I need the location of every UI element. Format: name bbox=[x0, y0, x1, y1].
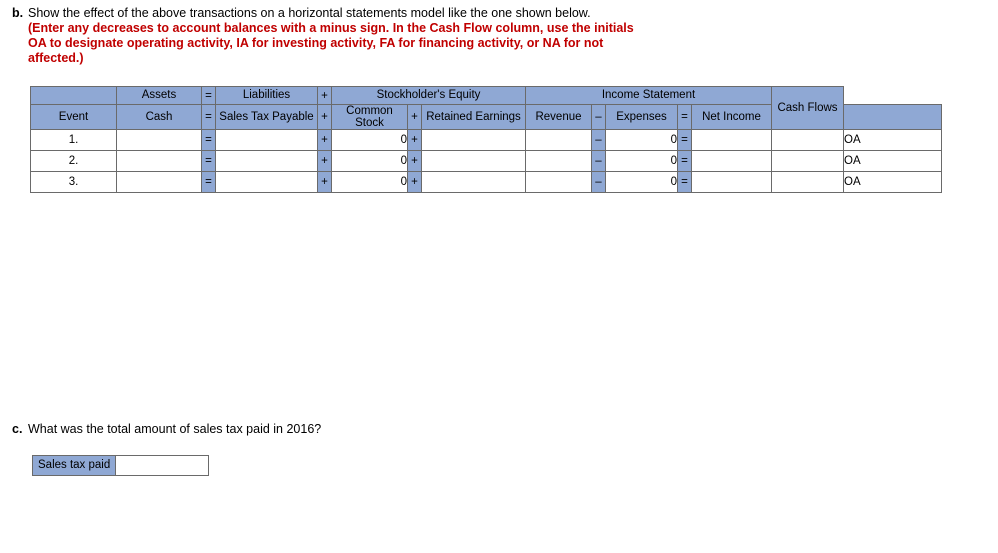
operator-plus-1-1: + bbox=[317, 129, 332, 151]
column-header-retained-earnings: Retained Earnings bbox=[421, 104, 526, 130]
input-common-stock-1[interactable]: 0 bbox=[331, 129, 408, 151]
operator-equals-2-1: = bbox=[201, 150, 216, 172]
column-header-revenue: Revenue bbox=[525, 104, 592, 130]
input-net-income-2[interactable] bbox=[691, 150, 772, 172]
input-sales-tax-payable-1[interactable] bbox=[215, 129, 318, 151]
group-header-stockholders-equity: Stockholder's Equity bbox=[331, 86, 526, 105]
group-header-income-statement: Income Statement bbox=[525, 86, 772, 105]
input-sales-tax-payable-2[interactable] bbox=[215, 150, 318, 172]
column-header-equals-2: = bbox=[677, 104, 692, 130]
column-header-plus-2: + bbox=[407, 104, 422, 130]
operator-equals-2-2: = bbox=[677, 150, 692, 172]
part-c-text: What was the total amount of sales tax p… bbox=[28, 422, 322, 436]
input-expenses-2[interactable]: 0 bbox=[605, 150, 678, 172]
column-header-net-income: Net Income bbox=[691, 104, 772, 130]
group-header-liabilities: Liabilities bbox=[215, 86, 318, 105]
operator-minus-1: – bbox=[591, 129, 606, 151]
part-b-block: b. Show the effect of the above transact… bbox=[12, 6, 972, 66]
input-net-income-1[interactable] bbox=[691, 129, 772, 151]
row-event-3: 3. bbox=[30, 171, 117, 193]
input-cash-2[interactable] bbox=[116, 150, 202, 172]
input-common-stock-3[interactable]: 0 bbox=[331, 171, 408, 193]
input-revenue-3[interactable] bbox=[525, 171, 592, 193]
part-b-text: Show the effect of the above transaction… bbox=[28, 6, 591, 20]
spacer-cell-3 bbox=[771, 171, 844, 193]
column-header-cash: Cash bbox=[116, 104, 202, 130]
input-sales-tax-payable-3[interactable] bbox=[215, 171, 318, 193]
column-header-plus-1: + bbox=[317, 104, 332, 130]
input-cash-flow-1[interactable]: OA bbox=[843, 129, 942, 151]
column-header-common-stock: Common Stock bbox=[331, 104, 408, 130]
operator-equals-3-1: = bbox=[201, 171, 216, 193]
input-revenue-1[interactable] bbox=[525, 129, 592, 151]
group-header-plus: + bbox=[317, 86, 332, 105]
table-row: 3. = + 0 + – 0 = OA bbox=[30, 171, 942, 193]
input-expenses-3[interactable]: 0 bbox=[605, 171, 678, 193]
operator-equals-1-1: = bbox=[201, 129, 216, 151]
part-b-instruction: (Enter any decreases to account balances… bbox=[28, 21, 634, 65]
operator-equals-3-2: = bbox=[677, 171, 692, 193]
column-header-minus: – bbox=[591, 104, 606, 130]
row-event-1: 1. bbox=[30, 129, 117, 151]
operator-plus-2-2: + bbox=[407, 150, 422, 172]
input-net-income-3[interactable] bbox=[691, 171, 772, 193]
sales-tax-paid-label: Sales tax paid bbox=[32, 455, 117, 476]
group-header-assets: Assets bbox=[116, 86, 202, 105]
column-header-event: Event bbox=[30, 104, 117, 130]
group-header-equals: = bbox=[201, 86, 216, 105]
operator-minus-3: – bbox=[591, 171, 606, 193]
spacer-cell-2 bbox=[771, 150, 844, 172]
input-expenses-1[interactable]: 0 bbox=[605, 129, 678, 151]
input-cash-flow-2[interactable]: OA bbox=[843, 150, 942, 172]
sales-tax-paid-answer-row: Sales tax paid bbox=[32, 455, 210, 476]
part-b-prompt: b. Show the effect of the above transact… bbox=[12, 6, 972, 21]
table-body: 1. = + 0 + – 0 = OA 2. = + 0 + – 0 = OA … bbox=[30, 129, 942, 193]
operator-plus-3-1: + bbox=[317, 171, 332, 193]
horizontal-statements-table: Assets = Liabilities + Stockholder's Equ… bbox=[30, 86, 942, 193]
input-cash-3[interactable] bbox=[116, 171, 202, 193]
table-row: 1. = + 0 + – 0 = OA bbox=[30, 129, 942, 151]
operator-plus-3-2: + bbox=[407, 171, 422, 193]
part-c-prompt: c. What was the total amount of sales ta… bbox=[12, 422, 712, 437]
input-retained-earnings-3[interactable] bbox=[421, 171, 526, 193]
table-group-header-row: Assets = Liabilities + Stockholder's Equ… bbox=[30, 86, 942, 130]
operator-plus-2-1: + bbox=[317, 150, 332, 172]
input-common-stock-2[interactable]: 0 bbox=[331, 150, 408, 172]
row-event-2: 2. bbox=[30, 150, 117, 172]
part-c-letter: c. bbox=[12, 422, 23, 436]
part-b-letter: b. bbox=[12, 6, 24, 20]
input-retained-earnings-1[interactable] bbox=[421, 129, 526, 151]
part-c-block: c. What was the total amount of sales ta… bbox=[12, 422, 712, 437]
input-retained-earnings-2[interactable] bbox=[421, 150, 526, 172]
column-header-blank bbox=[843, 104, 942, 130]
input-revenue-2[interactable] bbox=[525, 150, 592, 172]
input-cash-1[interactable] bbox=[116, 129, 202, 151]
operator-plus-1-2: + bbox=[407, 129, 422, 151]
table-row: 2. = + 0 + – 0 = OA bbox=[30, 150, 942, 172]
operator-minus-2: – bbox=[591, 150, 606, 172]
column-header-equals-1: = bbox=[201, 104, 216, 130]
input-cash-flow-3[interactable]: OA bbox=[843, 171, 942, 193]
group-header-blank bbox=[30, 86, 117, 105]
spacer-cell-1 bbox=[771, 129, 844, 151]
sales-tax-paid-input[interactable] bbox=[116, 455, 210, 476]
group-header-cash-flows: Cash Flows bbox=[771, 86, 844, 130]
part-b-instruction-row: (Enter any decreases to account balances… bbox=[12, 21, 972, 66]
operator-equals-1-2: = bbox=[677, 129, 692, 151]
column-header-expenses: Expenses bbox=[605, 104, 678, 130]
column-header-sales-tax-payable: Sales Tax Payable bbox=[215, 104, 318, 130]
